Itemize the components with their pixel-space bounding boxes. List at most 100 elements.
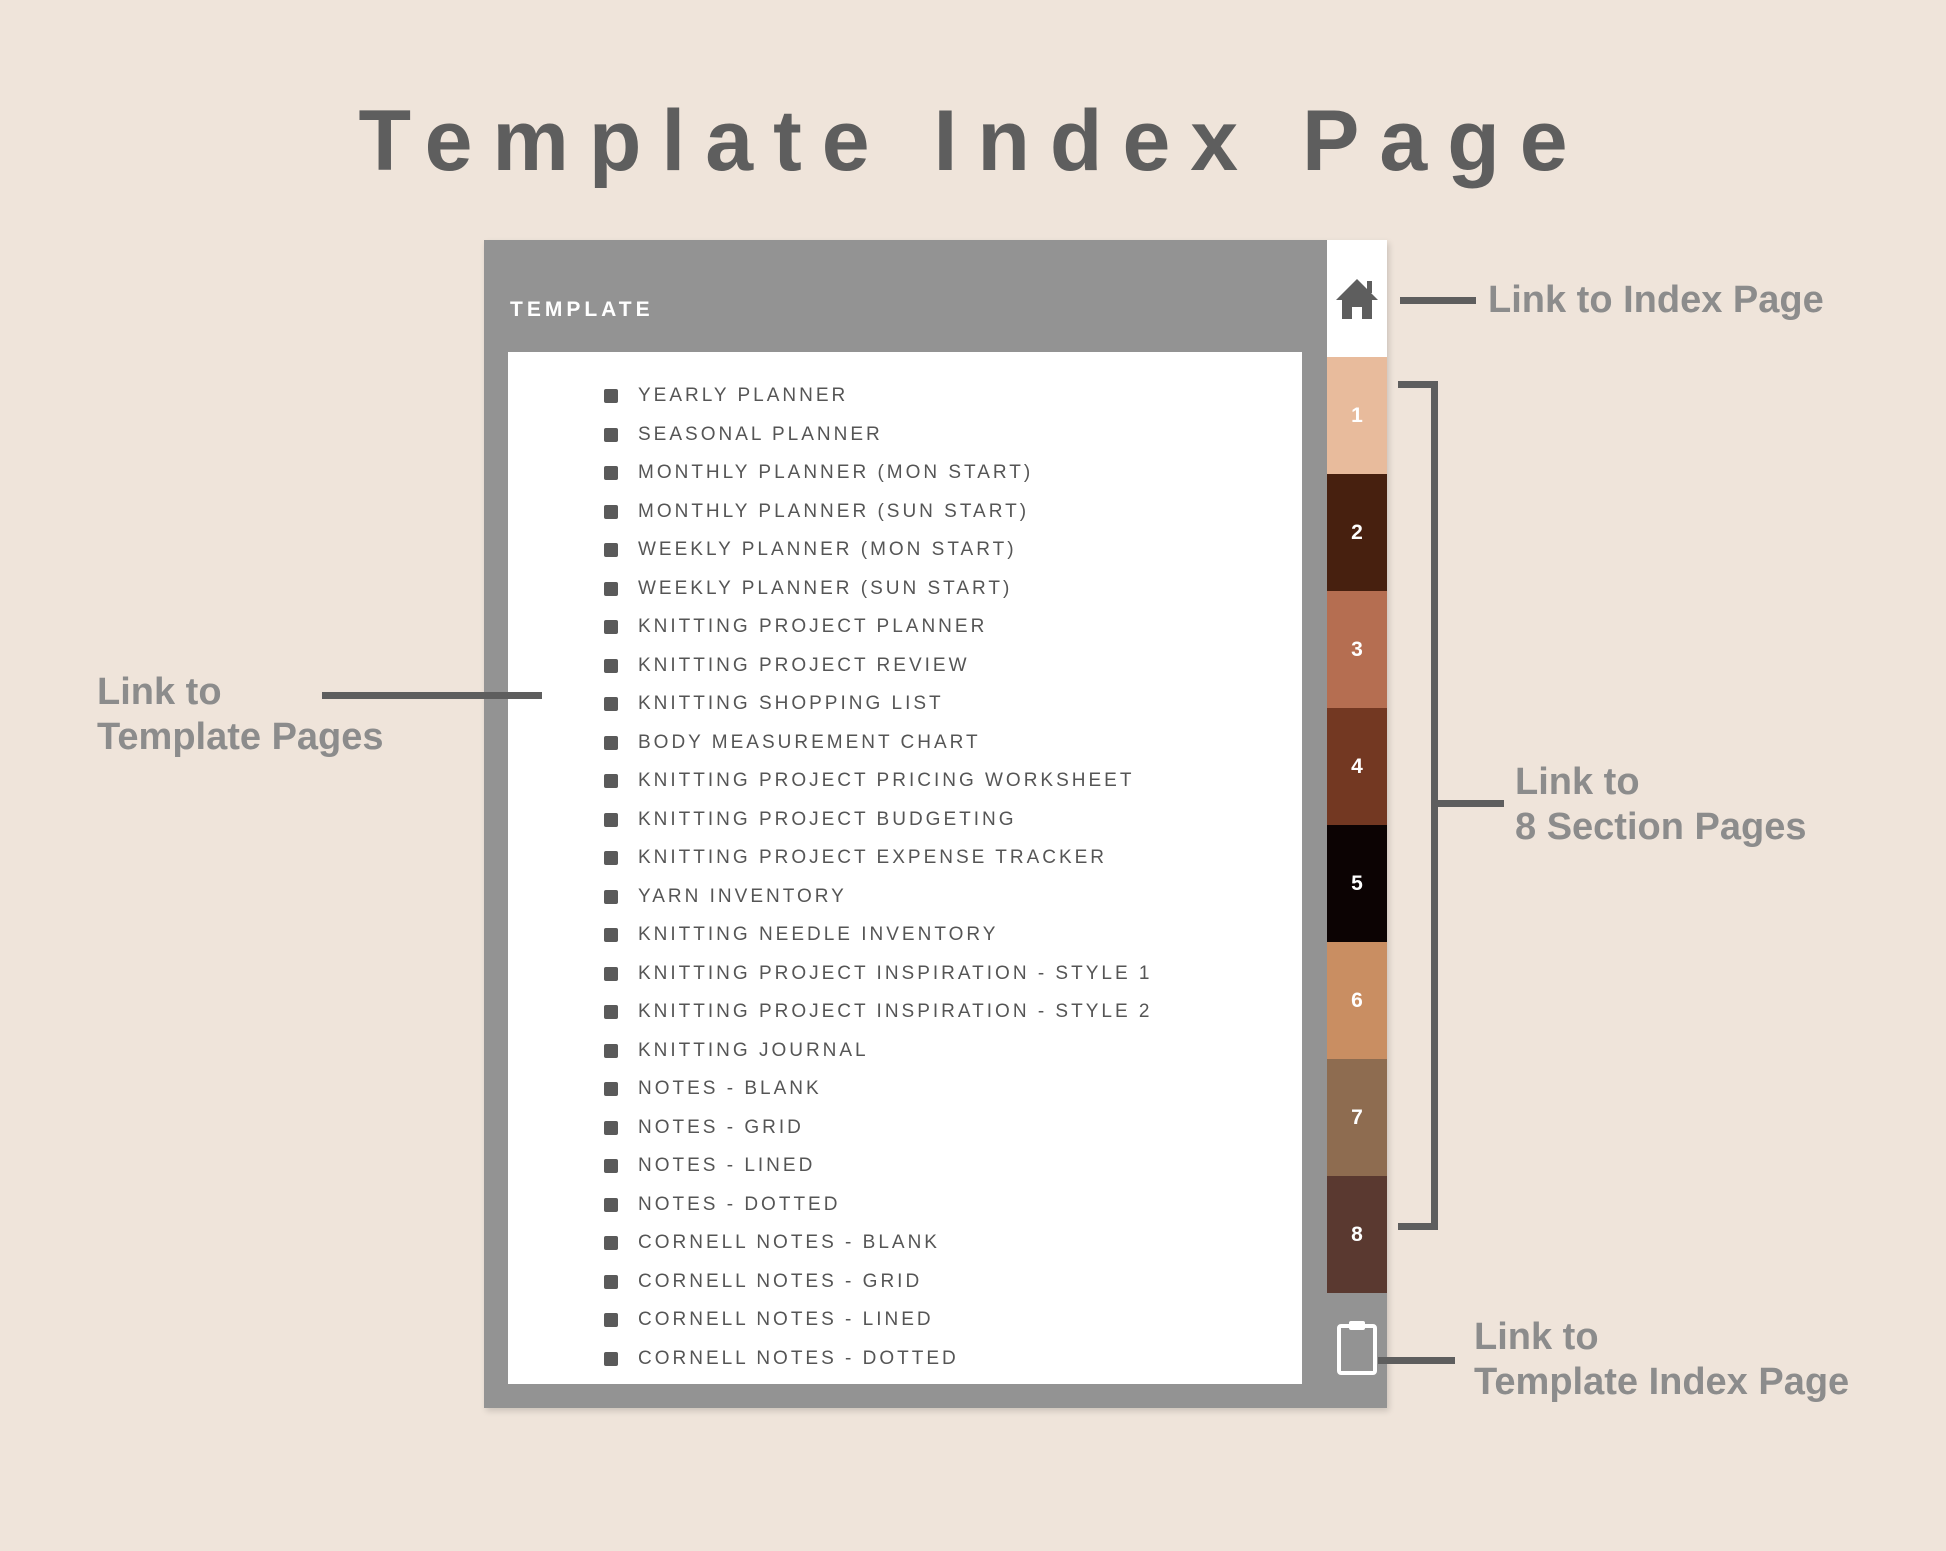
template-list: YEARLY PLANNER SEASONAL PLANNER MONTHLY PL… <box>604 377 1152 1378</box>
template-item-label: KNITTING SHOPPING LIST <box>638 693 944 715</box>
template-list-item[interactable]: KNITTING PROJECT REVIEW <box>604 647 1152 686</box>
index-callout-text: Link to Index Page <box>1488 279 1824 321</box>
template-pages-callout-line2: Template Pages <box>97 716 384 758</box>
template-list-item[interactable]: NOTES - GRID <box>604 1109 1152 1148</box>
template-item-label: MONTHLY PLANNER (MON START) <box>638 462 1034 484</box>
sections-bracket-tick <box>1438 800 1504 807</box>
bullet-icon <box>604 1351 618 1366</box>
bullet-icon <box>604 1005 618 1020</box>
template-list-item[interactable]: MONTHLY PLANNER (MON START) <box>604 454 1152 493</box>
bullet-icon <box>604 1043 618 1058</box>
section-tab-1[interactable]: 1 <box>1327 357 1387 474</box>
template-item-label: CORNELL NOTES - LINED <box>638 1309 934 1331</box>
bullet-icon <box>604 1313 618 1328</box>
template-item-label: KNITTING PROJECT PRICING WORKSHEET <box>638 770 1135 792</box>
template-list-item[interactable]: KNITTING NEEDLE INVENTORY <box>604 916 1152 955</box>
template-list-item[interactable]: NOTES - LINED <box>604 1147 1152 1186</box>
bullet-icon <box>604 1082 618 1097</box>
sections-callout-line1: Link to <box>1515 761 1640 803</box>
bullet-icon <box>604 658 618 673</box>
template-list-item[interactable]: MONTHLY PLANNER (SUN START) <box>604 493 1152 532</box>
template-item-label: WEEKLY PLANNER (MON START) <box>638 539 1017 561</box>
bullet-icon <box>604 774 618 789</box>
section-sidebar: 12345678 <box>1327 240 1387 1408</box>
template-list-item[interactable]: CORNELL NOTES - BLANK <box>604 1224 1152 1263</box>
template-item-label: SEASONAL PLANNER <box>638 423 883 445</box>
template-list-item[interactable]: KNITTING SHOPPING LIST <box>604 685 1152 724</box>
bullet-icon <box>604 735 618 750</box>
template-list-item[interactable]: CORNELL NOTES - DOTTED <box>604 1340 1152 1379</box>
bullet-icon <box>604 1274 618 1289</box>
template-list-item[interactable]: KNITTING PROJECT PLANNER <box>604 608 1152 647</box>
template-list-item[interactable]: CORNELL NOTES - GRID <box>604 1263 1152 1302</box>
bullet-icon <box>604 466 618 481</box>
template-index-callout-line2: Template Index Page <box>1474 1361 1850 1403</box>
template-list-item[interactable]: KNITTING PROJECT BUDGETING <box>604 801 1152 840</box>
template-list-item[interactable]: CORNELL NOTES - LINED <box>604 1301 1152 1340</box>
template-list-item[interactable]: KNITTING PROJECT INSPIRATION - STYLE 1 <box>604 955 1152 994</box>
section-tab-2[interactable]: 2 <box>1327 474 1387 591</box>
template-list-item[interactable]: NOTES - DOTTED <box>604 1186 1152 1225</box>
template-index-tab[interactable] <box>1327 1285 1387 1408</box>
section-tab-3[interactable]: 3 <box>1327 591 1387 708</box>
template-item-label: CORNELL NOTES - BLANK <box>638 1232 940 1254</box>
template-list-item[interactable]: WEEKLY PLANNER (MON START) <box>604 531 1152 570</box>
bullet-icon <box>604 928 618 943</box>
bullet-icon <box>604 543 618 558</box>
bullet-icon <box>604 1197 618 1212</box>
section-tab-4[interactable]: 4 <box>1327 708 1387 825</box>
template-index-callout-text: Link to Template Index Page <box>1474 1315 1849 1405</box>
clipboard-icon <box>1337 1320 1377 1375</box>
template-pages-callout-line1: Link to <box>97 671 222 713</box>
template-item-label: NOTES - LINED <box>638 1155 816 1177</box>
page-title: Template Index Page <box>358 93 1588 189</box>
bullet-icon <box>604 620 618 635</box>
template-item-label: KNITTING PROJECT BUDGETING <box>638 808 1017 830</box>
template-list-item[interactable]: NOTES - BLANK <box>604 1070 1152 1109</box>
sections-bracket-vertical <box>1431 381 1438 1230</box>
template-item-label: NOTES - BLANK <box>638 1078 822 1100</box>
section-tab-7[interactable]: 7 <box>1327 1059 1387 1176</box>
template-list-item[interactable]: KNITTING PROJECT INSPIRATION - STYLE 2 <box>604 993 1152 1032</box>
template-list-item[interactable]: WEEKLY PLANNER (SUN START) <box>604 570 1152 609</box>
template-list-item[interactable]: SEASONAL PLANNER <box>604 416 1152 455</box>
home-tab[interactable] <box>1327 240 1387 357</box>
template-list-item[interactable]: BODY MEASUREMENT CHART <box>604 724 1152 763</box>
template-item-label: NOTES - DOTTED <box>638 1193 841 1215</box>
template-index-callout-line <box>1378 1357 1455 1364</box>
template-list-item[interactable]: YEARLY PLANNER <box>604 377 1152 416</box>
template-item-label: CORNELL NOTES - GRID <box>638 1270 923 1292</box>
section-tab-6[interactable]: 6 <box>1327 942 1387 1059</box>
template-item-label: NOTES - GRID <box>638 1116 804 1138</box>
sections-bracket-bottom <box>1398 1223 1438 1230</box>
template-index-panel: TEMPLATE YEARLY PLANNER SEASONAL PLANNER M… <box>484 240 1387 1408</box>
section-tab-8[interactable]: 8 <box>1327 1176 1387 1293</box>
sections-callout-line2: 8 Section Pages <box>1515 806 1807 848</box>
panel-header: TEMPLATE <box>510 298 654 321</box>
template-list-item[interactable]: KNITTING PROJECT EXPENSE TRACKER <box>604 839 1152 878</box>
bullet-icon <box>604 697 618 712</box>
template-item-label: KNITTING NEEDLE INVENTORY <box>638 924 999 946</box>
template-list-item[interactable]: KNITTING PROJECT PRICING WORKSHEET <box>604 762 1152 801</box>
template-index-callout-line1: Link to <box>1474 1316 1599 1358</box>
template-item-label: MONTHLY PLANNER (SUN START) <box>638 500 1030 522</box>
bullet-icon <box>604 851 618 866</box>
template-list-item[interactable]: YARN INVENTORY <box>604 878 1152 917</box>
template-item-label: KNITTING PROJECT INSPIRATION - STYLE 1 <box>638 962 1153 984</box>
template-list-item[interactable]: KNITTING JOURNAL <box>604 1032 1152 1071</box>
template-item-label: YARN INVENTORY <box>638 885 847 907</box>
template-item-label: WEEKLY PLANNER (SUN START) <box>638 577 1013 599</box>
template-item-label: CORNELL NOTES - DOTTED <box>638 1347 959 1369</box>
bullet-icon <box>604 1120 618 1135</box>
bullet-icon <box>604 1236 618 1251</box>
section-tab-5[interactable]: 5 <box>1327 825 1387 942</box>
template-item-label: KNITTING PROJECT EXPENSE TRACKER <box>638 847 1108 869</box>
bullet-icon <box>604 427 618 442</box>
template-item-label: BODY MEASUREMENT CHART <box>638 731 981 753</box>
bullet-icon <box>604 504 618 519</box>
template-pages-callout-text: Link to Template Pages <box>97 670 384 760</box>
bullet-icon <box>604 581 618 596</box>
bullet-icon <box>604 966 618 981</box>
template-item-label: KNITTING PROJECT PLANNER <box>638 616 988 638</box>
bullet-icon <box>604 389 618 404</box>
